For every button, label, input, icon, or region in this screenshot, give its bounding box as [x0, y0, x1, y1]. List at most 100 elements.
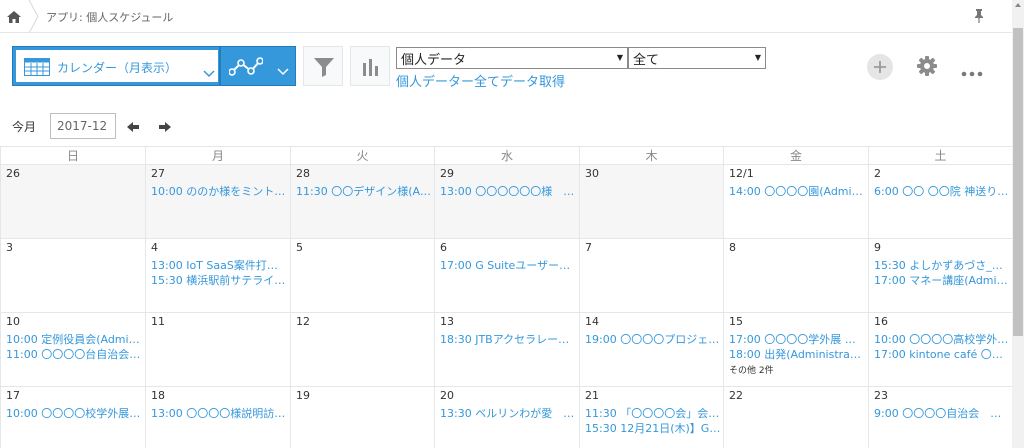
weekday-header: 金 [723, 146, 868, 165]
graph-icon [228, 57, 264, 81]
day-number: 23 [874, 389, 888, 402]
calendar-event[interactable]: 13:00 IoT SaaS案件打ち… [151, 258, 287, 273]
calendar-event[interactable]: 10:00 〇〇〇〇高校学外… [874, 332, 1010, 347]
day-number: 4 [151, 241, 158, 254]
day-cell[interactable]: 12/1 14:00 〇〇〇〇園(Admin… [723, 165, 868, 239]
day-number: 11 [151, 315, 165, 328]
day-cell[interactable]: 9 15:30 よしかずあづさ_旅… 17:00 マネー講座(Admin… [868, 239, 1012, 313]
calendar-event[interactable]: 15:30 横浜駅前サテライ… [151, 273, 287, 288]
graph-selector[interactable] [220, 46, 296, 86]
calendar-event[interactable]: 13:00 〇〇〇〇様説明訪… [151, 406, 287, 421]
data-source-select[interactable]: 個人データ ▼ [396, 47, 628, 69]
day-cell[interactable]: 26 [0, 165, 145, 239]
calendar-event[interactable]: 10:00 定例役員会(Admini… [6, 332, 142, 347]
day-cell[interactable]: 10 10:00 定例役員会(Admini… 11:00 〇〇〇〇台自治会(… [0, 313, 145, 387]
select-arrow-icon: ▼ [754, 53, 761, 62]
calendar-event[interactable]: 19:00 〇〇〇〇プロジェ… [585, 332, 721, 347]
calendar-event[interactable]: 10:00 ののか様をミントマ… [151, 184, 287, 199]
calendar-event[interactable]: 13:30 ベルリンわが愛 … [440, 406, 576, 421]
day-cell[interactable]: 14 19:00 〇〇〇〇プロジェ… [579, 313, 723, 387]
day-cell[interactable]: 18 13:00 〇〇〇〇様説明訪… [145, 387, 290, 448]
day-cell[interactable]: 22 [723, 387, 868, 448]
day-number: 22 [729, 389, 743, 402]
scrollbar-thumb[interactable] [1013, 28, 1023, 336]
add-record-button[interactable] [867, 54, 893, 80]
day-cell[interactable]: 16 10:00 〇〇〇〇高校学外… 17:00 kintone café 〇〇(… [868, 313, 1012, 387]
day-cell[interactable]: 13 18:30 JTBアクセラレータ… [434, 313, 579, 387]
month-calendar: 日月火水木金土 26 27 10:00 ののか様をミントマ… 28 11:30 〇〇デザイ… [0, 146, 1012, 448]
day-cell[interactable]: 21 11:30 「〇〇〇〇会」会… 15:30 12月21日(木)】G … [579, 387, 723, 448]
weekday-header: 火 [290, 146, 434, 165]
filter-button[interactable] [303, 46, 343, 86]
day-cell[interactable]: 27 10:00 ののか様をミントマ… [145, 165, 290, 239]
home-icon[interactable] [6, 9, 22, 25]
vertical-scrollbar[interactable] [1012, 0, 1024, 448]
view-selector[interactable]: カレンダー（月表示） [12, 46, 220, 86]
day-number: 14 [585, 315, 599, 328]
calendar-event[interactable]: 11:00 〇〇〇〇台自治会(… [6, 347, 142, 362]
day-cell[interactable]: 30 [579, 165, 723, 239]
graph-button[interactable] [350, 46, 390, 86]
calendar-event[interactable]: 15:30 12月21日(木)】G … [585, 421, 721, 436]
calendar-event[interactable]: 17:00 G Suiteユーザー会… [440, 258, 576, 273]
scroll-up-arrow-icon[interactable] [1015, 3, 1021, 7]
breadcrumb-app-name[interactable]: アプリ: 個人スケジュール [46, 9, 173, 25]
day-cell[interactable]: 23 9:00 〇〇〇〇自治会 分… [868, 387, 1012, 448]
day-cell[interactable]: 17 10:00 〇〇〇〇校学外展 … [0, 387, 145, 448]
day-cell[interactable]: 11 [145, 313, 290, 387]
day-cell[interactable]: 8 [723, 239, 868, 313]
view-selector-label: カレンダー（月表示） [57, 61, 178, 75]
day-number: 28 [296, 167, 310, 180]
scope-select[interactable]: 全て ▼ [628, 47, 766, 69]
fetch-all-data-link[interactable]: 個人データー全てデータ取得 [396, 71, 565, 90]
day-cell[interactable]: 28 11:30 〇〇デザイン様(Ad… [290, 165, 434, 239]
more-options-button[interactable] [961, 63, 983, 77]
weekday-header: 木 [579, 146, 723, 165]
day-number: 18 [151, 389, 165, 402]
calendar-event[interactable]: 18:30 JTBアクセラレータ… [440, 332, 576, 347]
calendar-event[interactable]: 6:00 〇〇 〇〇院 神送り(… [874, 184, 1010, 199]
calendar-event[interactable]: 17:00 kintone café 〇〇(… [874, 347, 1010, 362]
this-month-button[interactable]: 今月 [12, 118, 36, 135]
day-cell[interactable]: 3 [0, 239, 145, 313]
calendar-event[interactable]: 17:00 〇〇〇〇学外展 @… [729, 332, 865, 347]
day-cell[interactable]: 29 13:00 〇〇〇〇〇〇様 … [434, 165, 579, 239]
day-number: 9 [874, 241, 881, 254]
calendar-event[interactable]: 17:00 マネー講座(Admin… [874, 273, 1010, 288]
calendar-event[interactable]: 9:00 〇〇〇〇自治会 分… [874, 406, 1010, 421]
day-number: 3 [6, 241, 13, 254]
filter-icon [314, 58, 334, 77]
weekday-header: 水 [434, 146, 579, 165]
day-cell[interactable]: 2 6:00 〇〇 〇〇院 神送り(… [868, 165, 1012, 239]
settings-button[interactable] [916, 55, 938, 77]
day-cell[interactable]: 7 [579, 239, 723, 313]
day-cell[interactable]: 20 13:30 ベルリンわが愛 … [434, 387, 579, 448]
day-cell[interactable]: 19 [290, 387, 434, 448]
calendar-event[interactable]: 11:30 〇〇デザイン様(Ad… [296, 184, 432, 199]
calendar-event[interactable]: 15:30 よしかずあづさ_旅… [874, 258, 1010, 273]
more-icon [961, 71, 983, 77]
day-number: 12/1 [729, 167, 754, 180]
pin-icon[interactable] [972, 8, 986, 24]
day-cell[interactable]: 5 [290, 239, 434, 313]
previous-month-button[interactable] [126, 119, 140, 133]
next-month-button[interactable] [158, 119, 172, 133]
app-window: { "breadcrumb": {"app": "アプリ: 個人スケジュール"}… [0, 0, 1024, 448]
day-cell[interactable]: 6 17:00 G Suiteユーザー会… [434, 239, 579, 313]
day-cell[interactable]: 4 13:00 IoT SaaS案件打ち… 15:30 横浜駅前サテライ… [145, 239, 290, 313]
calendar-event[interactable]: 13:00 〇〇〇〇〇〇様 … [440, 184, 576, 199]
day-number: 8 [729, 241, 736, 254]
chevron-down-icon [203, 63, 215, 82]
day-cell[interactable]: 15 17:00 〇〇〇〇学外展 @… 18:00 出発(Administrator… [723, 313, 868, 387]
day-number: 26 [6, 167, 20, 180]
calendar-event[interactable]: 14:00 〇〇〇〇園(Admin… [729, 184, 865, 199]
more-events-link[interactable]: その他 2件 [729, 363, 774, 376]
calendar-event[interactable]: 18:00 出発(Administrator) [729, 347, 865, 362]
day-number: 20 [440, 389, 454, 402]
day-cell[interactable]: 12 [290, 313, 434, 387]
month-input[interactable]: 2017-12 [50, 113, 116, 139]
arrow-left-icon [127, 122, 139, 132]
calendar-event[interactable]: 11:30 「〇〇〇〇会」会… [585, 406, 721, 421]
calendar-grid-icon [24, 58, 50, 80]
calendar-event[interactable]: 10:00 〇〇〇〇校学外展 … [6, 406, 142, 421]
